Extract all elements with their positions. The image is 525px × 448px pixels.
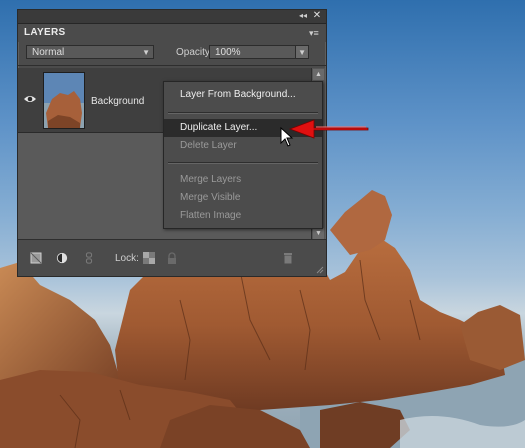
panel-title: LAYERS bbox=[24, 27, 66, 38]
scroll-up-icon[interactable]: ▲ bbox=[313, 69, 324, 80]
opacity-field[interactable]: 100% ▼ bbox=[209, 45, 309, 59]
chevron-down-icon: ▼ bbox=[298, 48, 306, 57]
lock-transparency-icon[interactable] bbox=[143, 252, 155, 264]
trash-icon[interactable] bbox=[282, 252, 294, 264]
menu-item-merge-layers[interactable]: Merge Layers bbox=[164, 171, 322, 189]
opacity-label: Opacity: bbox=[176, 47, 213, 58]
lock-all-icon[interactable] bbox=[166, 252, 178, 264]
layer-controls: Normal ▼ Opacity: 100% ▼ bbox=[18, 43, 326, 66]
layer-thumbnail bbox=[43, 72, 85, 129]
lock-label: Lock: bbox=[115, 253, 139, 264]
panel-menu-icon[interactable]: ▾≡ bbox=[309, 28, 321, 38]
blend-mode-select[interactable]: Normal ▼ bbox=[26, 45, 154, 59]
resize-grip-icon[interactable] bbox=[316, 266, 324, 274]
chevron-down-icon: ▼ bbox=[142, 48, 150, 57]
panel-titlebar: LAYERS ▾≡ bbox=[18, 24, 326, 42]
opacity-dropdown-button[interactable]: ▼ bbox=[295, 46, 308, 58]
callout-arrow-icon bbox=[288, 119, 369, 139]
blend-mode-value: Normal bbox=[32, 47, 65, 58]
close-icon[interactable]: ✕ bbox=[312, 11, 322, 21]
link-layers-icon[interactable] bbox=[84, 252, 94, 264]
panel-topbar: ◂◂ ✕ bbox=[18, 10, 326, 24]
collapse-icon[interactable]: ◂◂ bbox=[298, 11, 308, 21]
menu-item-flatten-image[interactable]: Flatten Image bbox=[164, 207, 322, 225]
mouse-cursor-icon bbox=[280, 127, 294, 147]
layer-context-menu: Layer From Background... Duplicate Layer… bbox=[163, 81, 323, 229]
panel-bottombar: Lock: bbox=[18, 239, 326, 276]
menu-separator bbox=[168, 112, 318, 114]
visibility-eye-icon[interactable] bbox=[23, 94, 37, 104]
new-layer-icon[interactable] bbox=[30, 252, 42, 264]
adjustment-layer-icon[interactable] bbox=[56, 252, 68, 264]
opacity-value: 100% bbox=[215, 47, 241, 58]
scroll-down-icon[interactable]: ▼ bbox=[313, 228, 324, 239]
menu-item-layer-from-background[interactable]: Layer From Background... bbox=[164, 86, 322, 104]
menu-item-merge-visible[interactable]: Merge Visible bbox=[164, 189, 322, 207]
menu-separator bbox=[168, 162, 318, 164]
layer-name: Background bbox=[91, 96, 145, 107]
